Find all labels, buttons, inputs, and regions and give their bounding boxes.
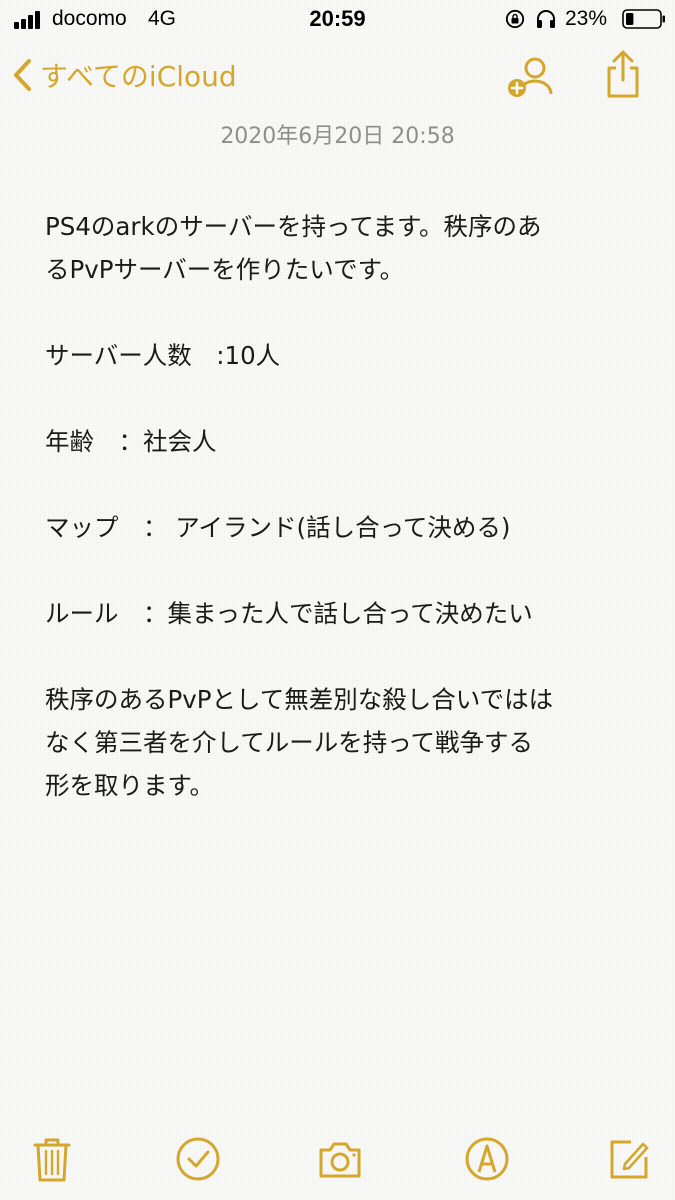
back-button[interactable]: すべてのiCloud — [10, 52, 237, 98]
checklist-icon[interactable] — [174, 1135, 222, 1183]
chevron-left-icon — [14, 59, 31, 91]
trash-icon[interactable] — [28, 1135, 76, 1183]
note-body[interactable]: PS4のarkのサーバーを持ってます。秩序のあ るPvPサーバーを作りたいです。… — [45, 205, 645, 807]
headphones-icon — [537, 10, 555, 28]
note-line: ルール ：集まった人で話し合って決めたい — [45, 599, 533, 628]
note-line: 形を取ります。 — [45, 771, 215, 800]
battery-icon — [622, 9, 665, 29]
add-person-icon[interactable] — [505, 54, 557, 100]
note-line: なく第三者を介してルールを持って戦争する — [45, 728, 534, 757]
note-blank-line — [45, 377, 645, 420]
note-blank-line — [45, 549, 645, 592]
note-timestamp: 2020年6月20日 20:58 — [220, 124, 455, 149]
share-icon[interactable] — [602, 50, 644, 100]
lock-rotation-icon — [505, 9, 525, 29]
note-line: PS4のarkのサーバーを持ってます。秩序のあ — [45, 212, 542, 241]
back-button-label: すべてのiCloud — [40, 60, 237, 93]
note-line: マップ ： アイランド(話し合って決める) — [45, 513, 511, 542]
note-line: サーバー人数 :10人 — [45, 341, 281, 370]
note-line: るPvPサーバーを作りたいです。 — [45, 255, 405, 284]
note-blank-line — [45, 635, 645, 678]
camera-icon[interactable] — [316, 1135, 364, 1183]
status-bar: docomo 4G 20:59 23% — [0, 0, 675, 38]
markup-icon[interactable] — [463, 1135, 511, 1183]
battery-percentage: 23% — [565, 7, 608, 30]
note-line: 年齢 ：社会人 — [45, 427, 217, 456]
note-line: 秩序のあるPvPとして無差別な殺し合いではは — [45, 685, 554, 714]
note-blank-line — [45, 291, 645, 334]
note-blank-line — [45, 463, 645, 506]
compose-icon[interactable] — [605, 1135, 653, 1183]
